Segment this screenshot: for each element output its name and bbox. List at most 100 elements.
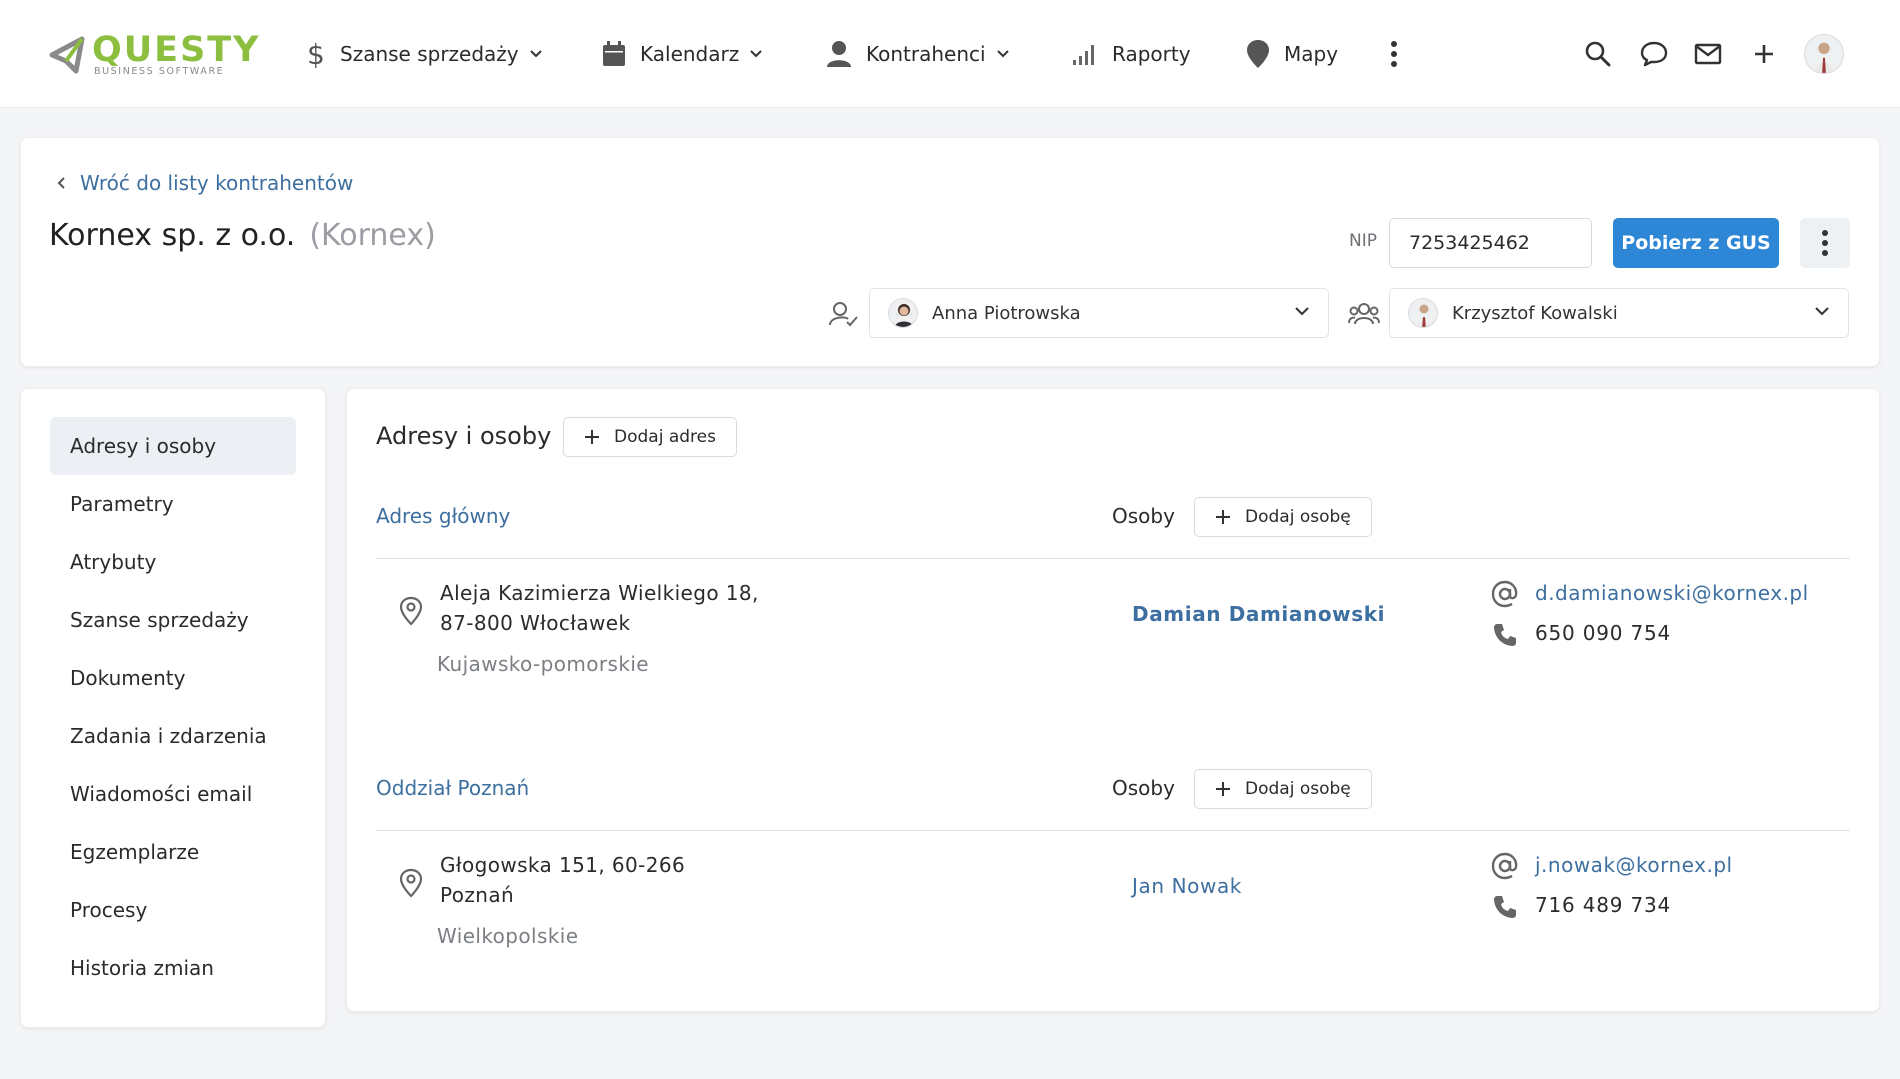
sidebar-item-label: Parametry [70,492,174,516]
logo-icon [49,36,85,74]
nav-contractors[interactable]: Kontrahenci [826,34,1010,74]
sidebar-item-attributes[interactable]: Atrybuty [50,533,296,591]
mail-icon[interactable] [1690,36,1726,72]
plus-icon[interactable] [1746,36,1782,72]
sidebar-item-label: Zadania i zdarzenia [70,724,267,748]
team-member-select[interactable]: Krzysztof Kowalski [1389,288,1849,338]
more-options-button[interactable] [1800,218,1850,268]
map-pin-icon [1247,40,1269,68]
nav-label: Kontrahenci [866,42,986,66]
chevron-down-icon [1295,307,1309,316]
back-link-label: Wróć do listy kontrahentów [80,171,354,195]
sidebar-item-processes[interactable]: Procesy [50,881,296,939]
sidebar-item-label: Procesy [70,898,148,922]
add-address-button[interactable]: Dodaj adres [563,417,737,457]
nav-label: Szanse sprzedaży [340,42,519,66]
sidebar-item-instances[interactable]: Egzemplarze [50,823,296,881]
location-pin-icon [399,868,423,898]
search-icon[interactable] [1580,36,1616,72]
chevron-down-icon [750,50,762,58]
contact-email[interactable]: j.nowak@kornex.pl [1535,853,1733,877]
plus-icon [1216,782,1230,796]
chat-icon[interactable] [1636,36,1672,72]
vertical-dots-icon [1822,230,1828,256]
persons-label: Osoby [1112,776,1175,800]
add-person-button[interactable]: Dodaj osobę [1194,769,1372,809]
avatar-image [1814,42,1834,73]
sidebar-item-label: Historia zmian [70,956,214,980]
contact-person-name[interactable]: Damian Damianowski [1132,602,1385,626]
sidebar-item-sales-opportunities[interactable]: Szanse sprzedaży [50,591,296,649]
sidebar-item-change-history[interactable]: Historia zmian [50,939,296,997]
addresses-card [346,388,1880,1012]
company-name: Kornex sp. z o.o. [49,218,296,253]
more-menu-icon[interactable] [1376,36,1412,72]
persons-label: Osoby [1112,504,1175,528]
add-person-label: Dodaj osobę [1245,507,1351,527]
address-line-2: 87-800 Włocławek [440,611,631,635]
contact-phone: 650 090 754 [1535,621,1672,645]
sidebar-item-label: Dokumenty [70,666,186,690]
address-title[interactable]: Adres główny [376,504,510,528]
address-region: Kujawsko-pomorskie [437,652,650,676]
owner-check-icon [828,298,860,330]
divider [376,830,1850,831]
sidebar-item-addresses-and-persons[interactable]: Adresy i osoby [50,417,296,475]
sidebar-item-label: Egzemplarze [70,840,200,864]
nav-label: Raporty [1112,42,1191,66]
owner-select[interactable]: Anna Piotrowska [869,288,1329,338]
nip-input[interactable] [1389,218,1592,268]
email-at-icon [1490,579,1520,609]
fetch-from-gus-button[interactable]: Pobierz z GUS [1613,218,1779,268]
add-address-label: Dodaj adres [614,427,716,447]
app-logo[interactable]: QUESTY BUSINESS SOFTWARE [48,30,259,80]
company-alias: (Kornex) [309,218,436,253]
address-line-1: Aleja Kazimierza Wielkiego 18, [440,581,759,605]
team-icon [1348,298,1380,330]
nav-label: Kalendarz [640,42,740,66]
address-region: Wielkopolskie [437,924,579,948]
team-member-avatar [1408,298,1438,328]
nav-maps[interactable]: Mapy [1246,34,1338,74]
section-title: Adresy i osoby [376,422,552,450]
signal-bars-icon [1073,45,1094,65]
sidebar-item-tasks-events[interactable]: Zadania i zdarzenia [50,707,296,765]
contact-phone: 716 489 734 [1535,893,1672,917]
sidebar-item-parameters[interactable]: Parametry [50,475,296,533]
sidebar-item-email-messages[interactable]: Wiadomości email [50,765,296,823]
add-person-button[interactable]: Dodaj osobę [1194,497,1372,537]
nav-calendar[interactable]: Kalendarz [602,34,763,74]
chevron-down-icon [996,50,1009,58]
divider [376,558,1850,559]
address-line-2: Poznań [440,883,515,907]
company-title: Kornex sp. z o.o. (Kornex) [49,218,436,253]
plus-icon [1216,510,1230,524]
email-at-icon [1490,851,1520,881]
sidebar-item-label: Wiadomości email [70,782,253,806]
back-to-contractors-link[interactable]: Wróć do listy kontrahentów [56,168,353,198]
nip-label: NIP [1349,231,1377,251]
contact-person-name[interactable]: Jan Nowak [1132,874,1242,898]
calendar-icon [603,41,625,66]
svg-text:$: $ [307,39,325,69]
person-icon [827,41,851,67]
nav-reports[interactable]: Raporty [1072,34,1191,74]
nav-label: Mapy [1284,42,1339,66]
sidebar-item-documents[interactable]: Dokumenty [50,649,296,707]
phone-icon [1490,620,1520,650]
chevron-left-icon [57,177,65,189]
user-avatar[interactable] [1804,34,1844,74]
sidebar-item-label: Szanse sprzedaży [70,608,249,632]
nav-sales-opportunities[interactable]: $ Szanse sprzedaży [306,34,543,74]
top-navigation-bar: QUESTY BUSINESS SOFTWARE $ Szanse sprzed… [0,0,1900,108]
sidebar-item-label: Atrybuty [70,550,157,574]
address-line-1: Głogowska 151, 60-266 [440,853,686,877]
location-pin-icon [399,596,423,626]
address-title[interactable]: Oddział Poznań [376,776,529,800]
team-member-name: Krzysztof Kowalski [1452,302,1618,324]
logo-wordmark: QUESTY [92,30,261,70]
owner-avatar [888,298,918,328]
contact-email[interactable]: d.damianowski@kornex.pl [1535,581,1809,605]
owner-name: Anna Piotrowska [932,302,1081,324]
chevron-down-icon [1815,307,1829,316]
